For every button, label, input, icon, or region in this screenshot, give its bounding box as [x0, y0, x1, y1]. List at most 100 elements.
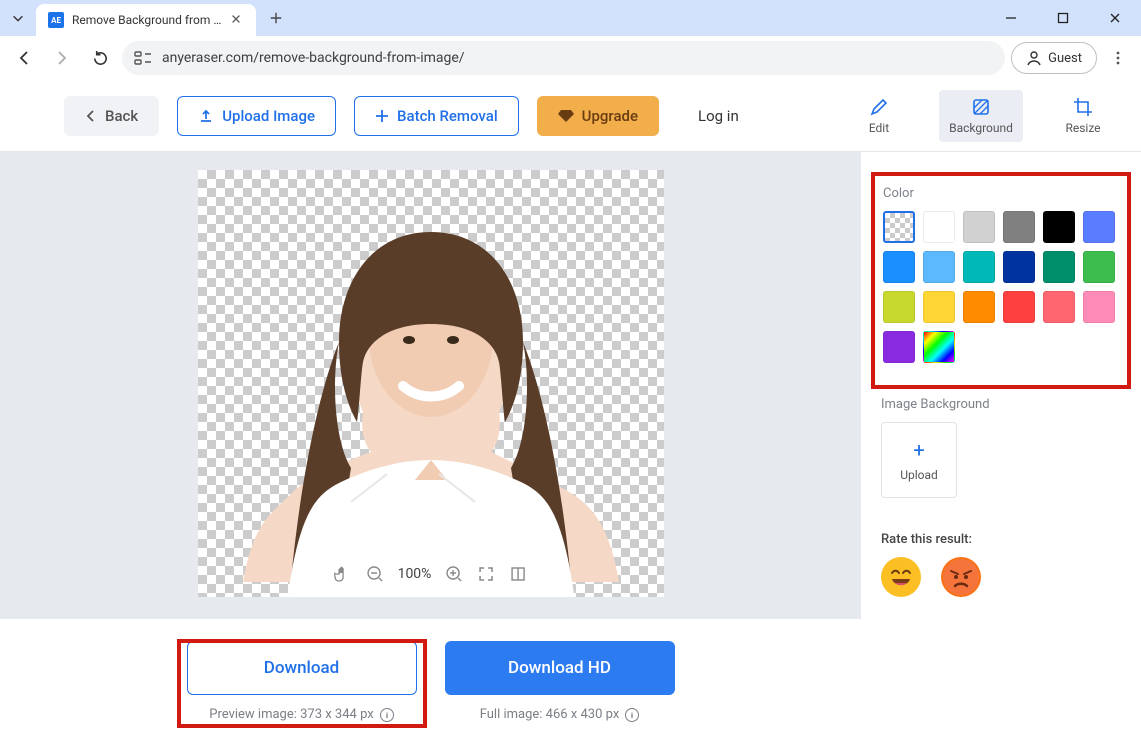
- crop-icon: [1073, 97, 1093, 117]
- download-hd-text: Full image: 466 x 430 px: [480, 707, 620, 722]
- browser-menu-button[interactable]: [1103, 43, 1133, 73]
- more-vertical-icon: [1110, 50, 1126, 66]
- download-hd-col: Download HD Full image: 466 x 430 px: [445, 641, 675, 722]
- color-swatch-pink[interactable]: [1083, 291, 1115, 323]
- download-button[interactable]: Download: [187, 641, 417, 695]
- info-icon[interactable]: [625, 708, 639, 722]
- color-swatch-lime[interactable]: [883, 291, 915, 323]
- rate-row: [881, 557, 1129, 597]
- rate-happy-button[interactable]: [881, 557, 921, 597]
- color-swatch-yellow[interactable]: [923, 291, 955, 323]
- upload-background-label: Upload: [900, 468, 938, 482]
- profile-chip-guest[interactable]: Guest: [1011, 42, 1097, 74]
- color-swatch-teal[interactable]: [963, 251, 995, 283]
- color-swatch-black[interactable]: [1043, 211, 1075, 243]
- download-preview-text: Preview image: 373 x 344 px: [209, 707, 373, 722]
- tab-title: Remove Background from Im: [72, 13, 222, 27]
- color-swatch-salmon[interactable]: [1043, 291, 1075, 323]
- plus-icon: [375, 109, 389, 123]
- login-label: Log in: [698, 107, 739, 125]
- main-area: 100% Download Preview image: 373 x 344 p…: [0, 152, 1141, 734]
- tab-background[interactable]: Background: [939, 90, 1023, 142]
- login-button[interactable]: Log in: [677, 96, 760, 136]
- tab-active[interactable]: AE Remove Background from Im: [36, 4, 256, 36]
- color-swatch-purple[interactable]: [883, 331, 915, 363]
- chevron-left-icon: [85, 110, 97, 122]
- image-background-section: Image Background + Upload: [861, 383, 1141, 518]
- download-label: Download: [264, 658, 340, 678]
- address-field[interactable]: anyeraser.com/remove-background-from-ima…: [122, 41, 1005, 75]
- maximize-button[interactable]: [1045, 4, 1081, 32]
- canvas-toolbar: 100%: [320, 559, 542, 589]
- person-icon: [1026, 50, 1042, 66]
- color-swatch-custom[interactable]: [923, 331, 955, 363]
- color-swatch-white[interactable]: [923, 211, 955, 243]
- upload-image-button[interactable]: Upload Image: [177, 96, 336, 136]
- upload-background-button[interactable]: + Upload: [881, 422, 957, 498]
- tab-favicon: AE: [48, 12, 64, 28]
- rate-angry-button[interactable]: [941, 557, 981, 597]
- batch-removal-label: Batch Removal: [397, 107, 498, 125]
- chevron-down-icon: [11, 11, 25, 25]
- download-hd-button[interactable]: Download HD: [445, 641, 675, 695]
- color-swatch-sky[interactable]: [923, 251, 955, 283]
- app-header: Back Upload Image Batch Removal Upgrade …: [0, 80, 1141, 152]
- download-row: Download Preview image: 373 x 344 px Dow…: [0, 619, 861, 734]
- upgrade-button[interactable]: Upgrade: [537, 96, 659, 136]
- color-swatch-grid: [883, 211, 1119, 363]
- tab-bar: AE Remove Background from Im: [0, 0, 1141, 36]
- color-swatch-indigo[interactable]: [1083, 211, 1115, 243]
- color-swatch-navy[interactable]: [1003, 251, 1035, 283]
- diamond-icon: [558, 109, 574, 123]
- address-bar-row: anyeraser.com/remove-background-from-ima…: [0, 36, 1141, 80]
- minimize-button[interactable]: [993, 4, 1029, 32]
- upload-icon: [198, 108, 214, 124]
- color-swatch-red[interactable]: [1003, 291, 1035, 323]
- back-button[interactable]: Back: [64, 96, 159, 136]
- rate-title: Rate this result:: [881, 532, 1129, 547]
- edit-icon: [869, 97, 889, 117]
- zoom-in-icon[interactable]: [445, 565, 463, 583]
- plus-icon: +: [913, 438, 924, 462]
- tab-edit[interactable]: Edit: [837, 90, 921, 142]
- color-swatch-transparent[interactable]: [883, 211, 915, 243]
- zoom-out-icon[interactable]: [366, 565, 384, 583]
- upload-image-label: Upload Image: [222, 107, 315, 125]
- close-window-button[interactable]: [1097, 4, 1133, 32]
- download-hd-info: Full image: 466 x 430 px: [480, 707, 640, 722]
- address-url: anyeraser.com/remove-background-from-ima…: [162, 50, 465, 66]
- sidebar-background-panel: Color Image Background + Upload Rate thi…: [861, 152, 1141, 734]
- color-swatch-orange[interactable]: [963, 291, 995, 323]
- laugh-emoji-icon: [883, 559, 919, 595]
- zoom-level: 100%: [398, 566, 432, 582]
- back-nav-button[interactable]: [8, 42, 40, 74]
- canvas-area[interactable]: 100%: [198, 170, 664, 597]
- background-icon: [971, 97, 991, 117]
- subject-image: [221, 182, 641, 597]
- tab-search-dropdown[interactable]: [8, 8, 28, 28]
- info-icon[interactable]: [380, 708, 394, 722]
- fullscreen-icon[interactable]: [477, 565, 495, 583]
- site-settings-icon[interactable]: [134, 49, 152, 67]
- batch-removal-button[interactable]: Batch Removal: [354, 96, 519, 136]
- reload-button[interactable]: [84, 42, 116, 74]
- compare-icon[interactable]: [509, 565, 527, 583]
- color-swatch-blue[interactable]: [883, 251, 915, 283]
- color-swatch-gray[interactable]: [1003, 211, 1035, 243]
- color-swatch-emerald[interactable]: [1043, 251, 1075, 283]
- upgrade-label: Upgrade: [582, 107, 638, 125]
- new-tab-button[interactable]: [266, 8, 286, 28]
- close-icon[interactable]: [230, 13, 244, 27]
- hand-tool-icon[interactable]: [334, 565, 352, 583]
- tab-resize[interactable]: Resize: [1041, 90, 1125, 142]
- color-swatch-green[interactable]: [1083, 251, 1115, 283]
- color-title: Color: [883, 186, 1119, 201]
- color-swatch-light-gray[interactable]: [963, 211, 995, 243]
- tab-edit-label: Edit: [869, 121, 889, 135]
- download-preview-info: Preview image: 373 x 344 px: [209, 707, 393, 722]
- angry-emoji-icon: [943, 559, 979, 595]
- forward-nav-button[interactable]: [46, 42, 78, 74]
- tab-resize-label: Resize: [1065, 121, 1100, 135]
- profile-label: Guest: [1048, 51, 1082, 66]
- download-preview-col: Download Preview image: 373 x 344 px: [187, 641, 417, 722]
